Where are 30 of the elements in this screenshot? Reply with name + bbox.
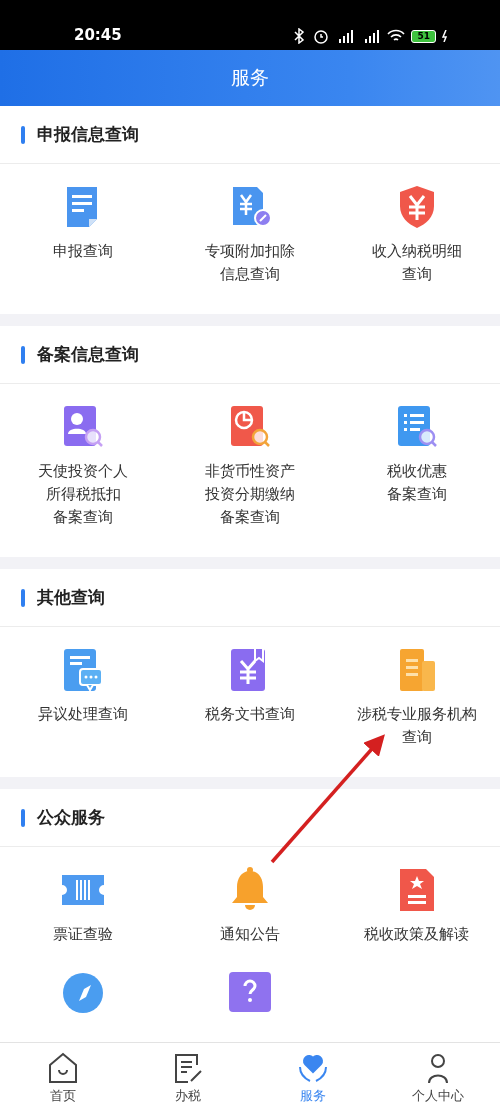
service-link[interactable]: 专项附加扣除 信息查询 [205, 240, 295, 286]
section-marker [21, 345, 25, 364]
section-title: 申报信息查询 [37, 123, 139, 146]
service-link[interactable]: 税务文书查询 [205, 703, 295, 726]
service-link[interactable]: 票证查验 [53, 923, 114, 946]
alarm-icon [313, 28, 330, 44]
status-time: 20:45 [74, 26, 122, 44]
section-title: 备案信息查询 [37, 343, 139, 366]
service-link[interactable]: 税收政策及解读 [364, 923, 470, 946]
section-marker [21, 808, 25, 827]
section-marker [21, 588, 25, 607]
section-marker [21, 125, 25, 144]
service-link[interactable]: 收入纳税明细 查询 [371, 240, 462, 286]
service-link[interactable]: 通知公告 [220, 923, 280, 946]
wifi-icon [387, 29, 406, 43]
battery-level: 51 [411, 29, 436, 43]
service-link[interactable]: 非货币性资产 投资分期缴纳 备案查询 [205, 460, 295, 529]
service-link[interactable]: 异议处理查询 [38, 703, 129, 726]
page-title: 服务 [231, 65, 269, 90]
nav-tab[interactable]: 首页 [0, 1043, 125, 1111]
nav-tab[interactable]: 办税 [125, 1043, 250, 1111]
service-link[interactable]: 申报查询 [53, 240, 114, 263]
section-title: 公众服务 [37, 806, 105, 829]
nav-tab[interactable]: 服务 [250, 1043, 375, 1111]
service-link[interactable]: 涉税专业服务机构 查询 [356, 703, 477, 749]
nav-tab[interactable]: 个人中心 [375, 1043, 500, 1111]
charging-icon [442, 30, 448, 42]
service-link[interactable]: 天使投资个人 所得税抵扣 备案查询 [38, 460, 129, 529]
service-link[interactable]: 税收优惠 备案查询 [386, 460, 447, 506]
section-title: 其他查询 [37, 586, 105, 609]
